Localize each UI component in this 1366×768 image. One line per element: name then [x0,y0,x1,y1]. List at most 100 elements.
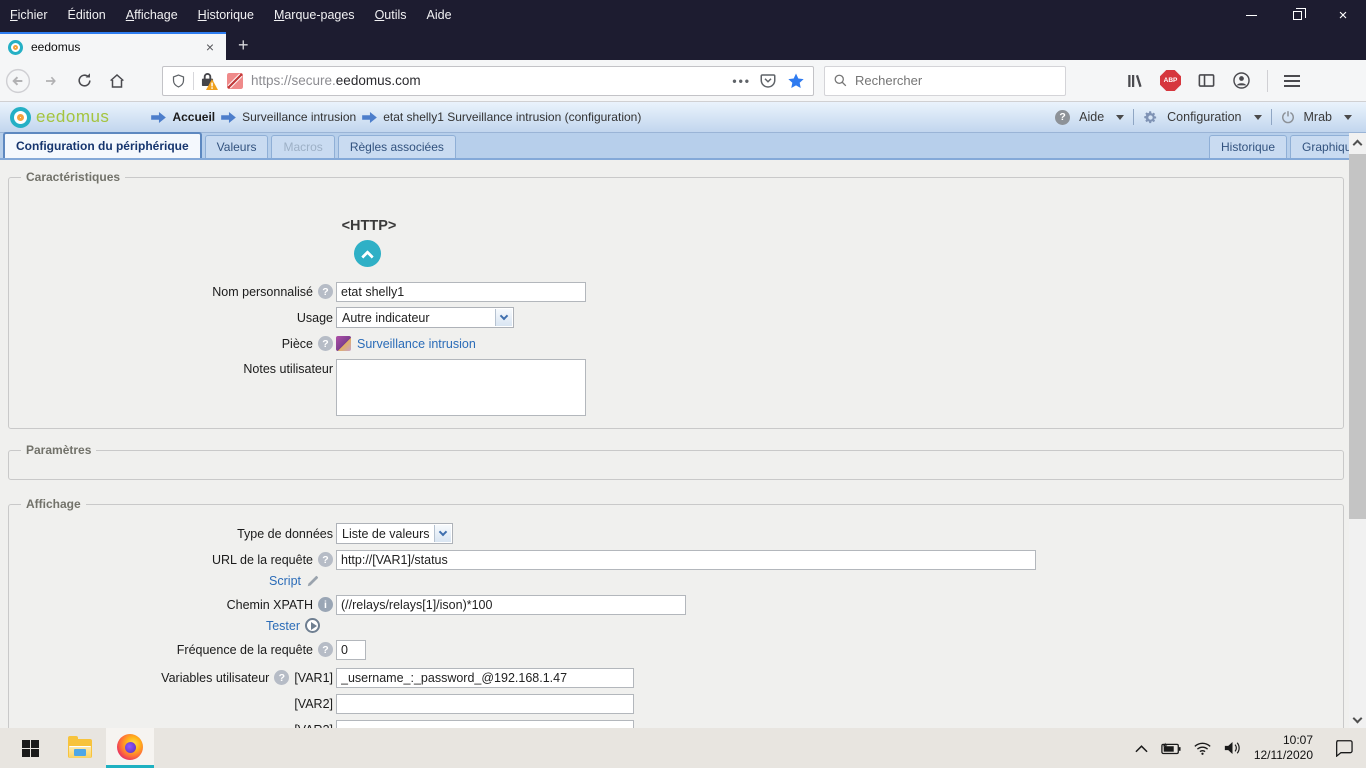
configuration-menu[interactable]: Configuration [1167,110,1241,124]
section-parametres: Paramètres [8,443,1344,480]
xpath-input[interactable] [336,595,686,615]
tracking-shield-icon[interactable] [171,73,186,89]
script-link[interactable]: Script [269,574,301,588]
forward-button[interactable] [36,66,66,96]
tester-link[interactable]: Tester [266,619,300,633]
usage-select[interactable]: Autre indicateur [336,307,514,328]
url-requete-input[interactable] [336,550,1036,570]
eedomus-logo[interactable]: eedomus [10,107,109,128]
help-icon[interactable]: ? [274,670,289,685]
home-button[interactable] [102,66,132,96]
menu-edition[interactable]: Édition [58,4,116,26]
gear-icon [1143,110,1158,125]
new-tab-button[interactable]: + [226,35,261,60]
user-menu[interactable]: Mrab [1304,110,1332,124]
back-button[interactable] [3,66,33,96]
tab-graphique[interactable]: Graphique [1290,135,1349,158]
row-piece: Pièce? Surveillance intrusion [9,333,1343,354]
adblock-plus-icon[interactable]: ABP [1160,70,1181,91]
minimize-icon [1246,15,1257,16]
menu-aide[interactable]: Aide [417,4,462,26]
reload-button[interactable] [69,66,99,96]
menu-historique[interactable]: Historique [188,4,264,26]
collapse-button[interactable] [354,240,381,267]
tab-title: eedomus [31,40,202,54]
section-caracteristiques: Caractéristiques <HTTP> Nom personnalisé… [8,170,1344,429]
play-triangle [311,622,317,630]
help-icon[interactable]: ? [318,642,333,657]
help-icon[interactable]: ? [318,284,333,299]
frequence-input[interactable] [336,640,366,660]
scroll-up-button[interactable] [1349,133,1366,152]
windows-taskbar: 10:07 12/11/2020 [0,728,1366,768]
tab-historique[interactable]: Historique [1209,135,1287,158]
type-donnees-select[interactable]: Liste de valeurs [336,523,453,544]
eedomus-favicon-inner [13,45,18,50]
eedomus-favicon [8,40,23,55]
wifi-icon[interactable] [1194,742,1211,755]
breadcrumb-room[interactable]: Surveillance intrusion [242,110,356,124]
var3-input[interactable] [336,720,634,729]
menu-outils[interactable]: Outils [365,4,417,26]
search-input[interactable] [855,73,1045,88]
row-var1: Variables utilisateur?[VAR1] [9,667,1343,688]
file-explorer-button[interactable] [56,728,104,768]
page-scrollbar[interactable] [1349,133,1366,728]
play-icon[interactable] [305,618,320,633]
taskbar-clock[interactable]: 10:07 12/11/2020 [1254,733,1313,763]
file-explorer-icon [68,739,92,758]
volume-icon[interactable] [1224,741,1241,755]
piece-link[interactable]: Surveillance intrusion [357,337,476,351]
app-menu-icon[interactable] [1284,75,1300,87]
nom-input[interactable] [336,282,586,302]
tab-label: Configuration du périphérique [16,139,189,153]
select-arrow-button[interactable] [434,525,451,542]
tab-configuration-peripherique[interactable]: Configuration du périphérique [3,132,202,158]
scrollbar-thumb[interactable] [1349,154,1366,519]
close-tab-icon[interactable]: × [202,39,218,55]
menu-affichage[interactable]: Affichage [116,4,188,26]
type-donnees-value: Liste de valeurs [342,527,430,541]
var2-input[interactable] [336,694,634,714]
home-icon [108,72,126,90]
scroll-down-icon[interactable] [1353,714,1363,724]
pocket-icon[interactable] [759,72,777,90]
tray-chevron-icon[interactable] [1135,744,1148,753]
firefox-taskbar-button[interactable] [106,728,154,768]
pencil-icon[interactable] [306,574,320,588]
close-button[interactable]: × [1320,0,1366,30]
menu-marque-pages[interactable]: Marque-pages [264,4,365,26]
sidebar-icon[interactable] [1197,71,1216,90]
bookmark-star-icon[interactable] [787,72,805,90]
breadcrumb-device[interactable]: etat shelly1 Surveillance intrusion (con… [383,110,641,124]
nom-label: Nom personnalisé [212,285,313,299]
tab-regles-associees[interactable]: Règles associées [338,135,456,158]
addon-page-action-icon[interactable] [227,73,243,89]
breadcrumb-arrow-icon [362,112,377,123]
page-actions-icon[interactable]: ••• [732,74,751,88]
battery-icon[interactable] [1161,742,1181,755]
url-bar[interactable]: https://secure.eedomus.com ••• [162,66,814,96]
info-icon[interactable]: i [318,597,333,612]
minimize-button[interactable] [1228,0,1274,30]
browser-tab-eedomus[interactable]: eedomus × [0,32,226,60]
search-box[interactable] [824,66,1066,96]
help-icon[interactable]: ? [318,336,333,351]
browser-toolbar: https://secure.eedomus.com ••• ABP [0,60,1366,102]
url-text[interactable]: https://secure.eedomus.com [251,73,724,88]
action-center-icon[interactable] [1334,739,1354,757]
select-arrow-button[interactable] [495,309,512,326]
menu-fichier[interactable]: Fichier [0,4,58,26]
tab-valeurs[interactable]: Valeurs [205,135,269,158]
breadcrumb-accueil[interactable]: Accueil [172,110,215,124]
tab-label: Règles associées [350,140,444,154]
notes-textarea[interactable] [336,359,586,416]
var1-input[interactable] [336,668,634,688]
restore-button[interactable] [1274,0,1320,30]
aide-menu[interactable]: Aide [1079,110,1104,124]
library-icon[interactable] [1126,72,1144,90]
account-icon[interactable] [1232,71,1251,90]
start-button[interactable] [6,728,54,768]
help-icon[interactable]: ? [318,552,333,567]
lock-warning-icon[interactable] [201,72,221,90]
